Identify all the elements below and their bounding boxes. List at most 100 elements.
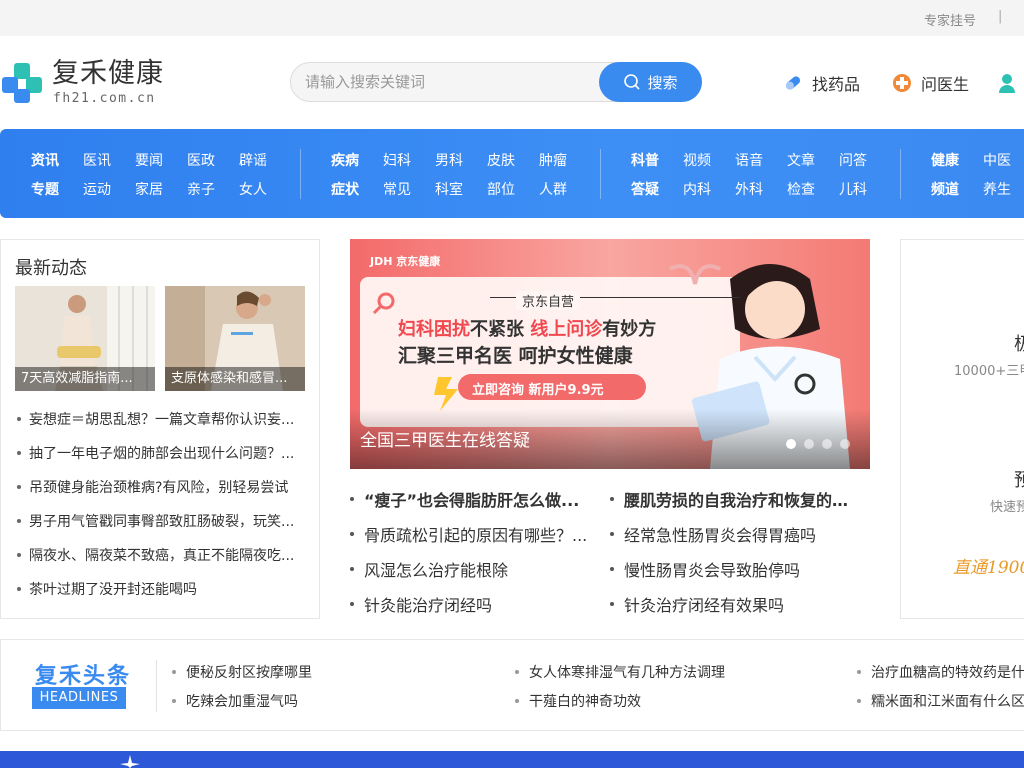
article-link[interactable]: 针灸能治疗闭经吗 <box>350 592 590 616</box>
nav-symptom[interactable]: 症状 <box>331 179 359 199</box>
headline-link[interactable]: 女人体寒排湿气有几种方法调理 <box>515 662 725 682</box>
news-item[interactable]: 抽了一年电子烟的肺部会出现什么问题？... <box>15 443 305 463</box>
expert-register-link[interactable]: 专家挂号 <box>924 10 976 29</box>
ask-doctor-label: 问医生 <box>921 75 970 94</box>
star-icon <box>120 755 140 768</box>
logo-name: 复禾健康 <box>52 58 164 89</box>
article-link[interactable]: 经常急性肠胃炎会得胃癌吗 <box>610 522 850 546</box>
header: 复禾健康 fh21.com.cn 搜索 找药品 问医生 <box>0 36 1024 129</box>
find-medicine-label: 找药品 <box>812 75 861 94</box>
search-button[interactable]: 搜索 <box>599 62 702 102</box>
search-icon <box>624 74 641 90</box>
latest-news-title: 最新动态 <box>15 258 87 279</box>
nav-item[interactable]: 肿瘤 <box>539 150 567 170</box>
banner-brand: JDH 京东健康 <box>370 255 441 268</box>
nav-item[interactable]: 医讯 <box>83 150 111 170</box>
nav-item[interactable]: 亲子 <box>187 179 215 199</box>
thumb-caption: 7天高效减脂指南... <box>15 367 155 391</box>
carousel-dot[interactable] <box>822 439 832 449</box>
carousel-dot[interactable] <box>840 439 850 449</box>
news-item[interactable]: 妄想症＝胡思乱想？一篇文章帮你认识妄... <box>15 409 305 429</box>
news-thumb[interactable]: 支原体感染和感冒... <box>165 286 305 391</box>
user-icon[interactable] <box>998 72 1020 94</box>
nav-item[interactable]: 养生 <box>983 179 1011 199</box>
nav-item[interactable]: 要闻 <box>135 150 163 170</box>
banner-cta[interactable]: 立即咨询 新用户9.9元 <box>472 379 604 398</box>
nav-disease[interactable]: 疾病 <box>331 150 359 170</box>
nav-item[interactable]: 检查 <box>787 179 815 199</box>
footer-band <box>0 751 1024 768</box>
service-panel: 极 10000+三甲 预 快速预 直通1900 <box>900 239 1024 619</box>
find-medicine-link[interactable]: 找药品 <box>782 71 860 95</box>
nav-item[interactable]: 皮肤 <box>487 150 515 170</box>
search-button-label: 搜索 <box>647 73 678 92</box>
nav-item[interactable]: 问答 <box>839 150 867 170</box>
news-item[interactable]: 吊颈健身能治颈椎病?有风险，别轻易尝试 <box>15 477 305 497</box>
top-bar: 专家挂号 | <box>0 0 1024 36</box>
service-title[interactable]: 极 <box>1014 330 1024 356</box>
nav-item[interactable]: 外科 <box>735 179 763 199</box>
headline-link[interactable]: 治疗血糖高的特效药是什 <box>857 662 1024 682</box>
nav-item[interactable]: 部位 <box>487 179 515 199</box>
ask-doctor-link[interactable]: 问医生 <box>891 71 969 95</box>
headline-link[interactable]: 吃辣会加重湿气吗 <box>172 691 298 711</box>
nav-qa[interactable]: 答疑 <box>631 179 659 199</box>
nav-science[interactable]: 科普 <box>631 150 659 170</box>
nav-topics[interactable]: 专题 <box>31 179 59 199</box>
nav-item[interactable]: 运动 <box>83 179 111 199</box>
nav-item[interactable]: 中医 <box>983 150 1011 170</box>
news-item[interactable]: 茶叶过期了没开封还能喝吗 <box>15 579 305 599</box>
nav-item[interactable]: 女人 <box>239 179 267 199</box>
nav-item[interactable]: 视频 <box>683 150 711 170</box>
nav-health[interactable]: 健康 <box>931 150 959 170</box>
nav-item[interactable]: 儿科 <box>839 179 867 199</box>
nav-item[interactable]: 男科 <box>435 150 463 170</box>
search-input[interactable] <box>305 71 595 93</box>
news-item[interactable]: 隔夜水、隔夜菜不致癌，真正不能隔夜吃... <box>15 545 305 565</box>
service-title[interactable]: 预 <box>1014 466 1024 492</box>
nav-divider <box>900 149 901 199</box>
nav-item[interactable]: 人群 <box>539 179 567 199</box>
nav-item[interactable]: 医政 <box>187 150 215 170</box>
article-link[interactable]: “瘦子”也会得脂肪肝怎么做... <box>350 487 590 511</box>
pill-icon <box>785 76 801 90</box>
category-nav: 资讯 医讯 要闻 医政 辟谣 专题 运动 家居 亲子 女人 疾病 妇科 男科 皮… <box>0 129 1024 218</box>
article-link[interactable]: 腰肌劳损的自我治疗和恢复的... <box>610 487 850 511</box>
headlines-bar: 复禾头条 HEADLINES 便秘反射区按摩哪里 女人体寒排湿气有几种方法调理 … <box>0 639 1024 731</box>
nav-item[interactable]: 文章 <box>787 150 815 170</box>
nav-item[interactable]: 辟谣 <box>239 150 267 170</box>
nav-item[interactable]: 科室 <box>435 179 463 199</box>
headline-link[interactable]: 糯米面和江米面有什么区 <box>857 691 1024 711</box>
carousel-dot[interactable] <box>786 439 796 449</box>
article-link[interactable]: 慢性肠胃炎会导致胎停吗 <box>610 557 850 581</box>
article-link[interactable]: 风湿怎么治疗能根除 <box>350 557 590 581</box>
nav-item[interactable]: 语音 <box>735 150 763 170</box>
news-thumb[interactable]: 7天高效减脂指南... <box>15 286 155 391</box>
nav-item[interactable]: 内科 <box>683 179 711 199</box>
search-box: 搜索 <box>290 62 702 102</box>
nav-item[interactable]: 妇科 <box>383 150 411 170</box>
banner-caption: 全国三甲医生在线答疑 <box>360 431 530 451</box>
nav-item[interactable]: 常见 <box>383 179 411 199</box>
promo-banner[interactable]: JDH 京东健康 京东自营 妇科困扰不紧张 线上问诊有妙方 汇聚三甲名医 呵护女… <box>350 239 870 469</box>
latest-news-panel: 最新动态 7天高效减脂指南... 支原体感染和感冒... 妄想症＝胡思乱想？一篇… <box>0 239 320 619</box>
nav-item[interactable]: 家居 <box>135 179 163 199</box>
article-link[interactable]: 针灸治疗闭经有效果吗 <box>610 592 850 616</box>
separator: | <box>998 9 1003 24</box>
thumb-caption: 支原体感染和感冒... <box>165 367 305 391</box>
carousel-dot[interactable] <box>804 439 814 449</box>
nav-divider <box>300 149 301 199</box>
site-logo[interactable]: 复禾健康 fh21.com.cn <box>0 58 180 108</box>
service-subtitle: 10000+三甲 <box>954 364 1024 379</box>
nav-news[interactable]: 资讯 <box>31 150 59 170</box>
article-link[interactable]: 骨质疏松引起的原因有哪些？... <box>350 522 590 546</box>
news-item[interactable]: 男子用气管戳同事臀部致肛肠破裂，玩笑... <box>15 511 305 531</box>
headline-link[interactable]: 干薤白的神奇功效 <box>515 691 641 711</box>
nav-divider <box>600 149 601 199</box>
headlines-logo-cn: 复禾头条 <box>35 664 132 689</box>
logo-mark-icon <box>2 63 42 103</box>
hotline-text[interactable]: 直通1900 <box>953 553 1024 578</box>
headline-link[interactable]: 便秘反射区按摩哪里 <box>172 662 312 682</box>
nav-channel[interactable]: 频道 <box>931 179 959 199</box>
banner-subline: 汇聚三甲名医 呵护女性健康 <box>398 345 633 367</box>
